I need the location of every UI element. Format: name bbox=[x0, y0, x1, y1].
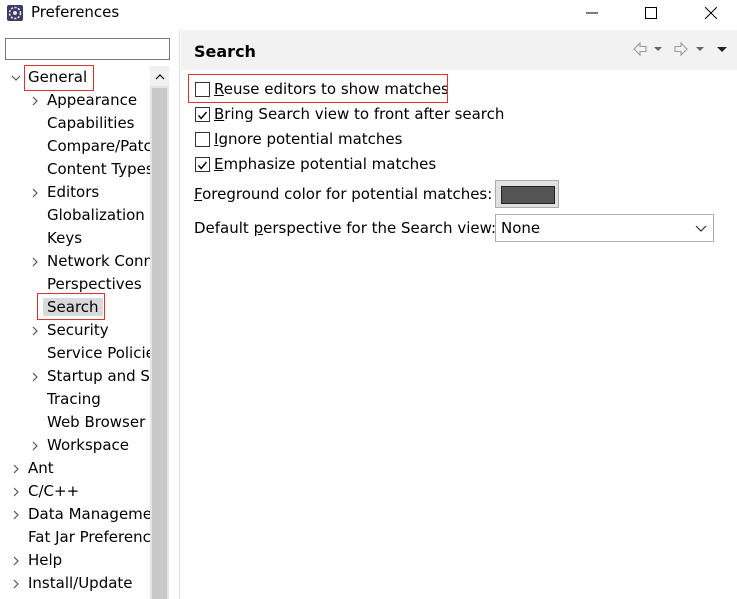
emphasize-potential-label: Emphasize potential matches bbox=[214, 155, 437, 173]
chevron-down-icon[interactable] bbox=[11, 73, 21, 83]
chevron-right-icon[interactable] bbox=[30, 326, 40, 336]
filter-input[interactable] bbox=[5, 38, 170, 60]
maximize-button[interactable] bbox=[629, 0, 673, 26]
close-button[interactable] bbox=[689, 0, 733, 26]
tree-item-label: Startup and Sh bbox=[47, 367, 150, 385]
tree-item-label: Install/Update bbox=[28, 574, 133, 592]
tree-item-capabilities[interactable]: Capabilities bbox=[0, 112, 150, 135]
chevron-down-icon bbox=[695, 225, 707, 232]
scroll-thumb[interactable] bbox=[152, 88, 167, 599]
pane-divider[interactable] bbox=[179, 30, 180, 599]
tree-item-content-types[interactable]: Content Types bbox=[0, 158, 150, 181]
title-bar: Preferences bbox=[0, 0, 737, 26]
tree-item-label: Editors bbox=[47, 183, 100, 201]
tree-item-label: Tracing bbox=[47, 390, 101, 408]
tree-scrollbar[interactable] bbox=[150, 66, 169, 599]
checkmark-icon bbox=[197, 161, 208, 170]
search-highlight-box bbox=[37, 293, 105, 320]
chevron-right-icon[interactable] bbox=[11, 510, 21, 520]
chevron-right-icon[interactable] bbox=[30, 96, 40, 106]
back-arrow-icon[interactable] bbox=[631, 40, 649, 58]
tree-item-startup-and-sh[interactable]: Startup and Sh bbox=[0, 365, 150, 388]
tree-item-label: Security bbox=[47, 321, 109, 339]
tree-item-label: Workspace bbox=[47, 436, 129, 454]
tree-item-label: Help bbox=[28, 551, 63, 569]
tree-item-fat-jar-preferenc[interactable]: Fat Jar Preferenc bbox=[0, 526, 150, 549]
default-perspective-select[interactable]: None bbox=[495, 214, 714, 242]
general-highlight-box bbox=[24, 65, 94, 91]
tree-item-tracing[interactable]: Tracing bbox=[0, 388, 150, 411]
tree-item-appearance[interactable]: Appearance bbox=[0, 89, 150, 112]
chevron-right-icon[interactable] bbox=[30, 188, 40, 198]
checkmark-icon bbox=[197, 111, 208, 120]
chevron-right-icon[interactable] bbox=[11, 464, 21, 474]
tree-item-label: Appearance bbox=[47, 91, 138, 109]
maximize-icon bbox=[645, 7, 657, 19]
foreground-color-swatch bbox=[501, 186, 555, 204]
tree-item-label: Keys bbox=[47, 229, 83, 247]
close-icon bbox=[705, 7, 717, 19]
tree-item-web-browser[interactable]: Web Browser bbox=[0, 411, 150, 434]
view-menu-icon[interactable] bbox=[714, 40, 732, 58]
bring-to-front-checkbox[interactable] bbox=[195, 107, 210, 122]
tree-item-help[interactable]: Help bbox=[0, 549, 150, 572]
tree-item-network-conn[interactable]: Network Conn bbox=[0, 250, 150, 273]
page-title: Search bbox=[194, 42, 256, 61]
ignore-potential-label: Ignore potential matches bbox=[214, 130, 403, 148]
tree-item-label: Globalization bbox=[47, 206, 145, 224]
tree-item-label: Data Managemen bbox=[28, 505, 150, 523]
tree-item-label: Fat Jar Preferenc bbox=[28, 528, 150, 546]
chevron-right-icon[interactable] bbox=[30, 372, 40, 382]
chevron-up-icon bbox=[155, 73, 164, 79]
tree-item-workspace[interactable]: Workspace bbox=[0, 434, 150, 457]
tree-item-label: Web Browser bbox=[47, 413, 146, 431]
reuse-editors-highlight-box bbox=[188, 74, 448, 103]
eclipse-app-icon bbox=[6, 4, 24, 22]
tree-item-label: Service Policie bbox=[47, 344, 150, 362]
chevron-right-icon[interactable] bbox=[30, 441, 40, 451]
tree-item-label: Perspectives bbox=[47, 275, 142, 293]
chevron-right-icon[interactable] bbox=[11, 579, 21, 589]
bring-to-front-label: Bring Search view to front after search bbox=[214, 105, 505, 123]
default-perspective-value: None bbox=[501, 219, 541, 237]
window-title: Preferences bbox=[31, 3, 120, 21]
tree-item-label: Capabilities bbox=[47, 114, 135, 132]
tree-item-data-managemen[interactable]: Data Managemen bbox=[0, 503, 150, 526]
tree-item-service-policie[interactable]: Service Policie bbox=[0, 342, 150, 365]
chevron-right-icon[interactable] bbox=[30, 257, 40, 267]
tree-item-ant[interactable]: Ant bbox=[0, 457, 150, 480]
tree-item-c-c[interactable]: C/C++ bbox=[0, 480, 150, 503]
forward-dropdown-icon[interactable] bbox=[694, 40, 712, 58]
tree-item-label: Ant bbox=[28, 459, 54, 477]
ignore-potential-checkbox[interactable] bbox=[195, 132, 210, 147]
minimize-icon bbox=[586, 12, 598, 14]
tree-item-label: Compare/Patc bbox=[47, 137, 150, 155]
foreground-color-button[interactable] bbox=[495, 180, 559, 208]
tree-item-label: Network Conn bbox=[47, 252, 150, 270]
forward-arrow-icon[interactable] bbox=[672, 40, 690, 58]
tree-item-label: C/C++ bbox=[28, 482, 80, 500]
tree-item-label: Content Types bbox=[47, 160, 150, 178]
back-dropdown-icon[interactable] bbox=[652, 40, 670, 58]
tree-item-keys[interactable]: Keys bbox=[0, 227, 150, 250]
default-perspective-label: Default perspective for the Search view: bbox=[194, 219, 497, 237]
minimize-button[interactable] bbox=[570, 0, 614, 26]
tree-item-globalization[interactable]: Globalization bbox=[0, 204, 150, 227]
foreground-color-label: Foreground color for potential matches: bbox=[194, 185, 493, 203]
chevron-right-icon[interactable] bbox=[11, 556, 21, 566]
scroll-up-button[interactable] bbox=[150, 66, 169, 86]
tree-item-compare-patc[interactable]: Compare/Patc bbox=[0, 135, 150, 158]
emphasize-potential-checkbox[interactable] bbox=[195, 157, 210, 172]
tree-item-editors[interactable]: Editors bbox=[0, 181, 150, 204]
preferences-tree[interactable]: General Appearance Capabilities Compare/Pat… bbox=[0, 66, 150, 599]
chevron-right-icon[interactable] bbox=[11, 487, 21, 497]
tree-item-security[interactable]: Security bbox=[0, 319, 150, 342]
tree-item-install-update[interactable]: Install/Update bbox=[0, 572, 150, 595]
